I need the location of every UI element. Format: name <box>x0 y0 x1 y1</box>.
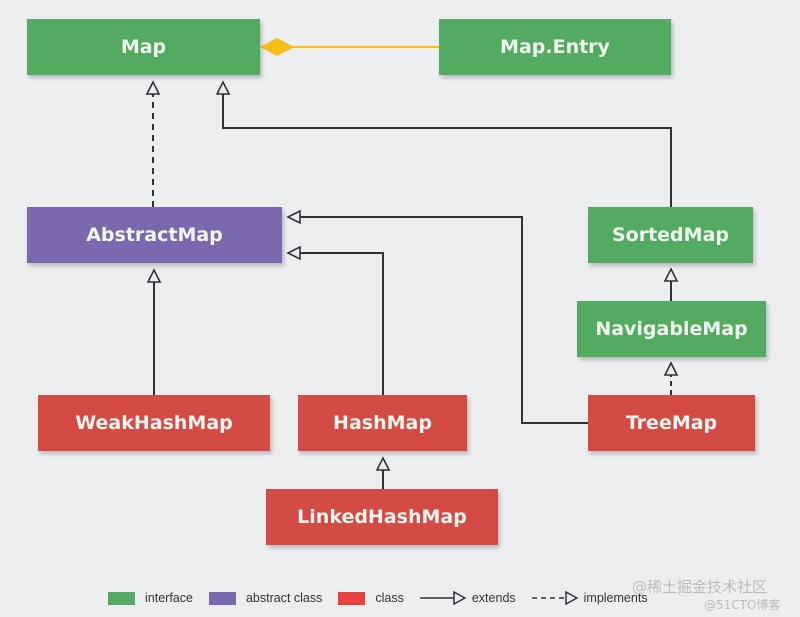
arrowhead-icon <box>286 209 301 225</box>
edge-treemap-abstractmap <box>300 216 588 424</box>
legend-label-extends: extends <box>471 591 516 605</box>
arrowhead-icon <box>146 268 162 283</box>
node-tree-map: TreeMap <box>588 395 755 451</box>
solid-arrow-icon <box>419 591 466 605</box>
node-hash-map: HashMap <box>298 395 467 451</box>
legend-swatch-interface <box>108 591 135 605</box>
node-label: WeakHashMap <box>75 412 233 434</box>
node-linked-hash-map: LinkedHashMap <box>266 489 498 545</box>
arrowhead-icon <box>663 267 679 282</box>
node-weak-hash-map: WeakHashMap <box>38 395 270 451</box>
node-navigable-map: NavigableMap <box>577 301 766 357</box>
node-sorted-map: SortedMap <box>588 207 753 263</box>
node-label: AbstractMap <box>86 224 223 246</box>
node-label: TreeMap <box>625 412 718 434</box>
arrowhead-icon <box>663 361 679 376</box>
node-abstract-map: AbstractMap <box>27 207 282 263</box>
dashed-arrow-icon <box>531 591 578 605</box>
arrowhead-icon <box>215 80 231 95</box>
arrowhead-icon <box>145 80 161 95</box>
node-label: Map <box>120 36 167 58</box>
legend-swatch-abstract-class <box>208 591 236 605</box>
node-label: SortedMap <box>611 224 729 246</box>
watermark-51cto: @51CTO博客 <box>704 598 781 612</box>
node-map-entry: Map.Entry <box>439 19 671 75</box>
legend-label-abstract-class: abstract class <box>245 591 323 605</box>
watermark-juejin: @稀土掘金技术社区 <box>632 578 768 596</box>
edge-sortedmap-map <box>222 94 672 207</box>
node-label: Map.Entry <box>500 36 610 58</box>
node-map: Map <box>27 19 260 75</box>
edge-hashmap-abstractmap <box>300 252 384 395</box>
arrowhead-icon <box>286 245 301 261</box>
arrowhead-icon <box>375 456 391 471</box>
node-label: LinkedHashMap <box>297 506 467 528</box>
legend-label-class: class <box>375 591 404 605</box>
composition-diamond-icon <box>260 38 294 56</box>
legend-label-interface: interface <box>145 591 193 605</box>
legend: interface abstract class class extends i… <box>108 591 664 605</box>
legend-swatch-class <box>338 591 366 605</box>
node-label: NavigableMap <box>595 318 748 340</box>
node-label: HashMap <box>333 412 432 434</box>
